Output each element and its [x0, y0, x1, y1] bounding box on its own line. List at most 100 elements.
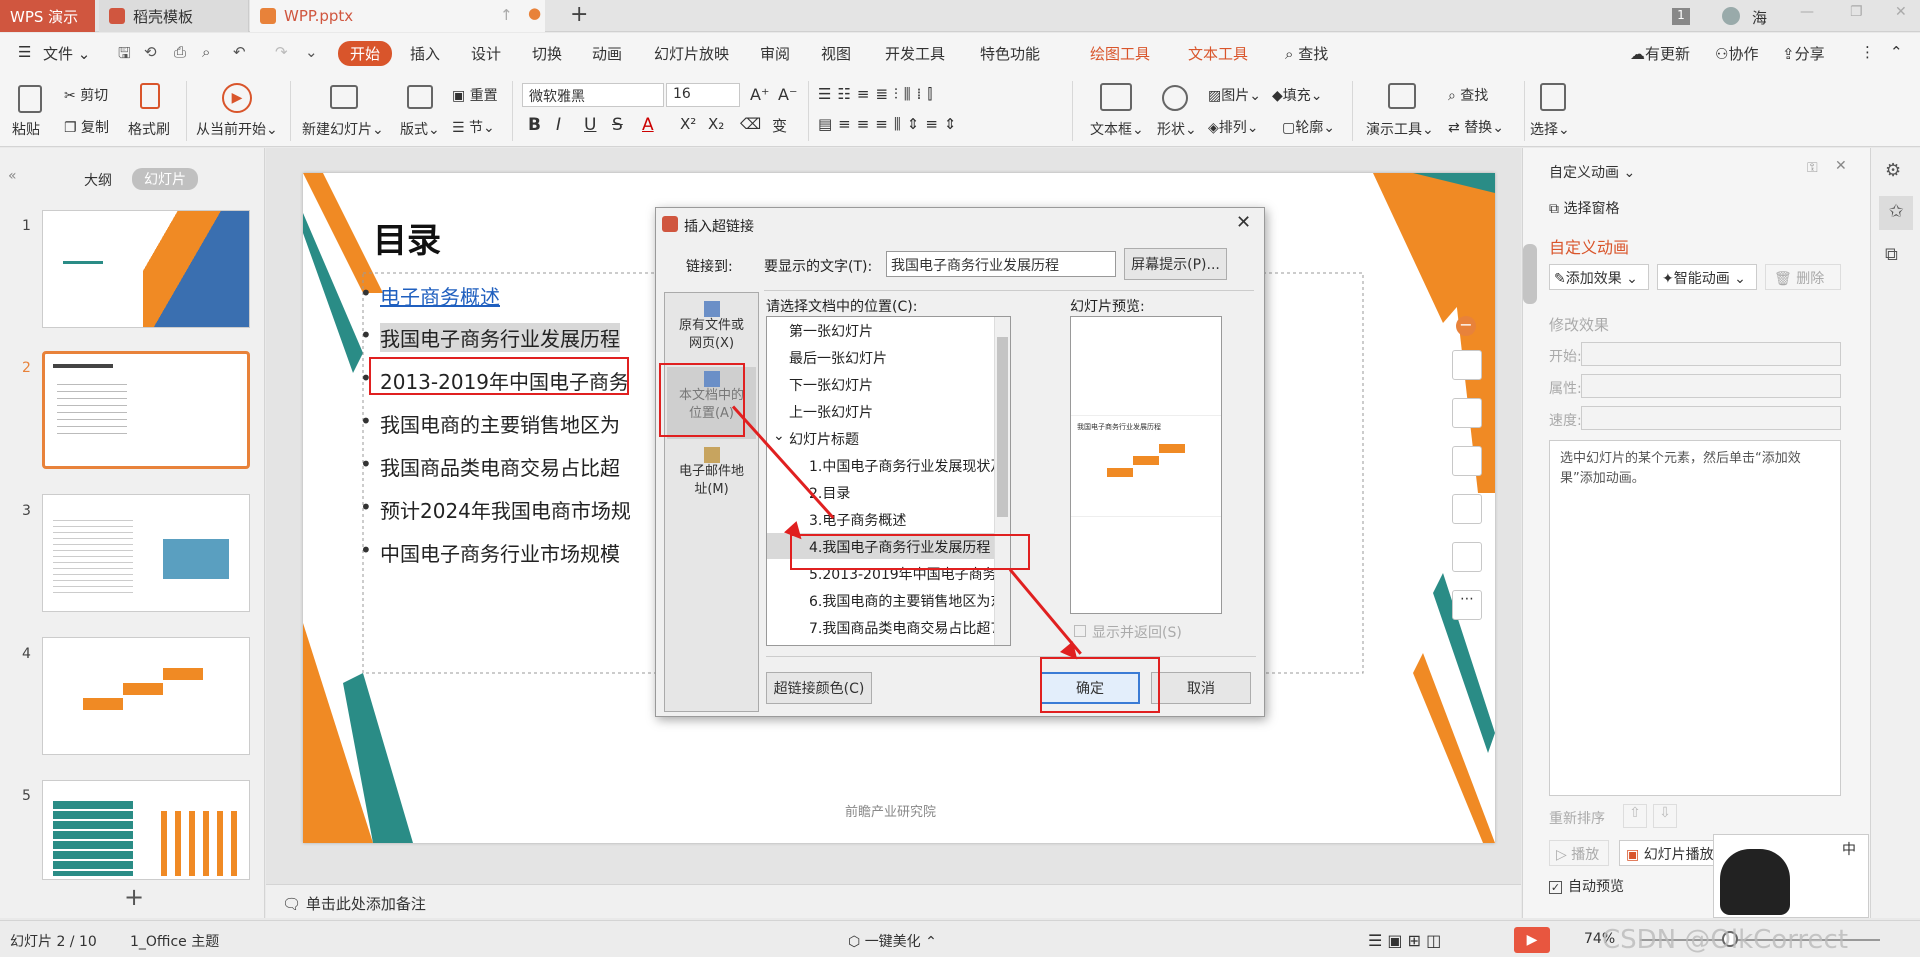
window-count-badge[interactable]: 1 [1672, 8, 1690, 25]
tab-document[interactable]: WPP.pptx ↑ ● [250, 0, 545, 32]
slide-thumbnail-2[interactable] [42, 351, 250, 469]
speed-select[interactable] [1581, 406, 1841, 430]
hamburger-icon[interactable]: ☰ [18, 43, 31, 61]
bullet-item[interactable]: 我国商品类电商交易占比超 [360, 452, 620, 481]
selection-pane-link[interactable]: ⧉ 选择窗格 [1549, 198, 1619, 218]
location-item[interactable]: 1.中国电子商务行业发展现状及... [767, 452, 1010, 478]
list-icons[interactable]: ☰☷≡≣⫶⫼⁞⫿ [818, 85, 938, 103]
layers-icon[interactable] [1452, 350, 1482, 380]
more-float-icon[interactable]: ⋯ [1452, 590, 1482, 620]
presenter-tools-icon[interactable] [1388, 83, 1416, 109]
play-button[interactable]: ▷ 播放 [1549, 840, 1609, 866]
format-painter-button[interactable]: 格式刷 [128, 119, 170, 139]
more-icon[interactable]: ⋮ [1860, 43, 1875, 61]
animation-list[interactable]: 选中幻灯片的某个元素，然后单击“添加效果”添加动画。 [1549, 440, 1841, 796]
superscript-icon[interactable]: X² [680, 115, 696, 133]
animation-star-icon[interactable]: ✩ [1879, 196, 1913, 230]
print-preview-icon[interactable]: ⌕ [202, 43, 210, 61]
section-button[interactable]: ☰ 节⌄ [452, 117, 495, 137]
new-slide-icon[interactable] [330, 85, 358, 109]
textbox-icon[interactable] [1100, 83, 1132, 111]
search-menu[interactable]: ⌕ 查找 [1285, 43, 1328, 64]
font-name-select[interactable]: 微软雅黑 [522, 83, 664, 107]
menu-review[interactable]: 审阅 [760, 43, 790, 64]
minimize-icon[interactable]: — [1800, 4, 1814, 20]
menu-animation[interactable]: 动画 [592, 43, 622, 64]
undo-icon[interactable]: ↶ [233, 43, 246, 61]
phonetic-icon[interactable]: 变 [772, 115, 787, 136]
transition-icon[interactable]: ⧉ [1885, 244, 1898, 265]
italic-icon[interactable]: I [556, 115, 561, 135]
move-down-icon[interactable]: ⇩ [1653, 804, 1677, 828]
play-icon[interactable]: ▶ [222, 83, 252, 113]
layout-button[interactable]: 版式⌄ [400, 119, 440, 139]
location-item[interactable]: 上一张幻灯片 [767, 398, 1010, 424]
slide-title[interactable]: 目录 [373, 213, 441, 262]
font-size-select[interactable]: 16 [666, 83, 740, 107]
lock-icon[interactable]: ⚿ [1807, 160, 1818, 176]
play-slideshow-icon[interactable]: ▶ [1514, 927, 1550, 953]
shrink-font-icon[interactable]: A⁻ [778, 85, 797, 104]
screen-tip-button[interactable]: 屏幕提示(P)... [1124, 248, 1227, 280]
scrollbar[interactable] [994, 317, 1010, 645]
maximize-icon[interactable]: ❐ [1850, 4, 1863, 20]
notes-area[interactable]: 🗨 单击此处添加备注 [266, 884, 1521, 918]
quick-access-more-icon[interactable]: ⌄ [305, 43, 318, 61]
notes-placeholder[interactable]: 🗨 单击此处添加备注 [282, 893, 426, 914]
display-text-input[interactable]: 我国电子商务行业发展历程 [886, 251, 1116, 277]
menu-home[interactable]: 开始 [338, 41, 393, 66]
print-icon[interactable]: ⎙ [174, 43, 186, 61]
email-option[interactable]: 电子邮件地址(M) [665, 443, 758, 511]
cut-button[interactable]: ✂ 剪切 [64, 85, 108, 105]
close-window-icon[interactable]: ✕ [1895, 4, 1907, 20]
bullet-item[interactable]: 预计2024年我国电商市场规 [360, 495, 631, 524]
view-icons[interactable]: ☰ ▣ ⊞ ◫ [1368, 931, 1441, 950]
slide-thumbnail-1[interactable] [42, 210, 250, 328]
auto-preview-checkbox[interactable]: ✓ 自动预览 [1549, 876, 1624, 896]
find-button[interactable]: ⌕ 查找 [1448, 85, 1488, 105]
menu-drawing-tools[interactable]: 绘图工具 [1090, 43, 1150, 64]
move-up-icon[interactable]: ⇧ [1623, 804, 1647, 828]
new-slide-button[interactable]: 新建幻灯片⌄ [302, 119, 384, 139]
cloud-icon[interactable]: ⟲ [144, 43, 157, 61]
fill-button[interactable]: ◆填充⌄ [1272, 85, 1323, 105]
ime-widget[interactable]: 中 [1713, 834, 1869, 918]
brush-icon[interactable] [1452, 398, 1482, 428]
smart-animation-button[interactable]: ✦智能动画 ⌄ [1657, 264, 1757, 290]
subscript-icon[interactable]: X₂ [708, 115, 724, 133]
ime-mode-icon[interactable]: 中 [1842, 839, 1856, 859]
property-select[interactable] [1581, 374, 1841, 398]
bullet-hyperlink[interactable]: 电子商务概述 [360, 281, 500, 310]
replace-button[interactable]: ⇄ 替换⌄ [1448, 117, 1504, 137]
location-item[interactable]: 第一张幻灯片 [767, 317, 1010, 343]
location-item[interactable]: 最后一张幻灯片 [767, 344, 1010, 370]
collapse-float-icon[interactable]: − [1456, 316, 1476, 336]
share-button[interactable]: ⇪分享 [1782, 43, 1825, 64]
align-icons[interactable]: ▤≡≡≡⫼⇕≡⇕ [818, 115, 962, 133]
shape-button[interactable]: 形状⌄ [1157, 119, 1197, 139]
strikethrough-icon[interactable]: S [612, 115, 623, 135]
menu-features[interactable]: 特色功能 [980, 43, 1040, 64]
picture-button[interactable]: ▨图片⌄ [1208, 85, 1261, 105]
editor-scrollbar[interactable] [1523, 244, 1537, 304]
grow-font-icon[interactable]: A⁺ [750, 85, 769, 104]
location-item[interactable]: 6.我国电商的主要销售地区为东... [767, 587, 997, 613]
bullet-item[interactable]: 我国电商的主要销售地区为 [360, 409, 620, 438]
collaborate-button[interactable]: ⚇协作 [1715, 43, 1758, 64]
tab-docer-template[interactable]: 稻壳模板 [99, 0, 249, 32]
close-icon[interactable]: ✕ [1236, 212, 1251, 233]
menu-developer[interactable]: 开发工具 [885, 43, 945, 64]
tab-wps-presentation[interactable]: WPS 演示 [0, 0, 95, 32]
theme-name[interactable]: 1_Office 主题 [130, 931, 219, 951]
font-color-icon[interactable]: A [642, 115, 654, 135]
paste-button[interactable]: 粘贴 [12, 119, 40, 139]
menu-file[interactable]: 文件 ⌄ [43, 43, 90, 64]
clear-format-icon[interactable]: ⌫ [740, 115, 761, 133]
settings-sliders-icon[interactable]: ⚙ [1885, 160, 1901, 181]
save-icon[interactable]: 🖫 [118, 43, 131, 68]
from-current-button[interactable]: 从当前开始⌄ [196, 119, 278, 139]
collapse-pane-icon[interactable]: « [8, 168, 17, 184]
tab-outline[interactable]: 大纲 [84, 170, 112, 190]
menu-view[interactable]: 视图 [821, 43, 851, 64]
add-slide-button[interactable]: + [124, 883, 144, 911]
